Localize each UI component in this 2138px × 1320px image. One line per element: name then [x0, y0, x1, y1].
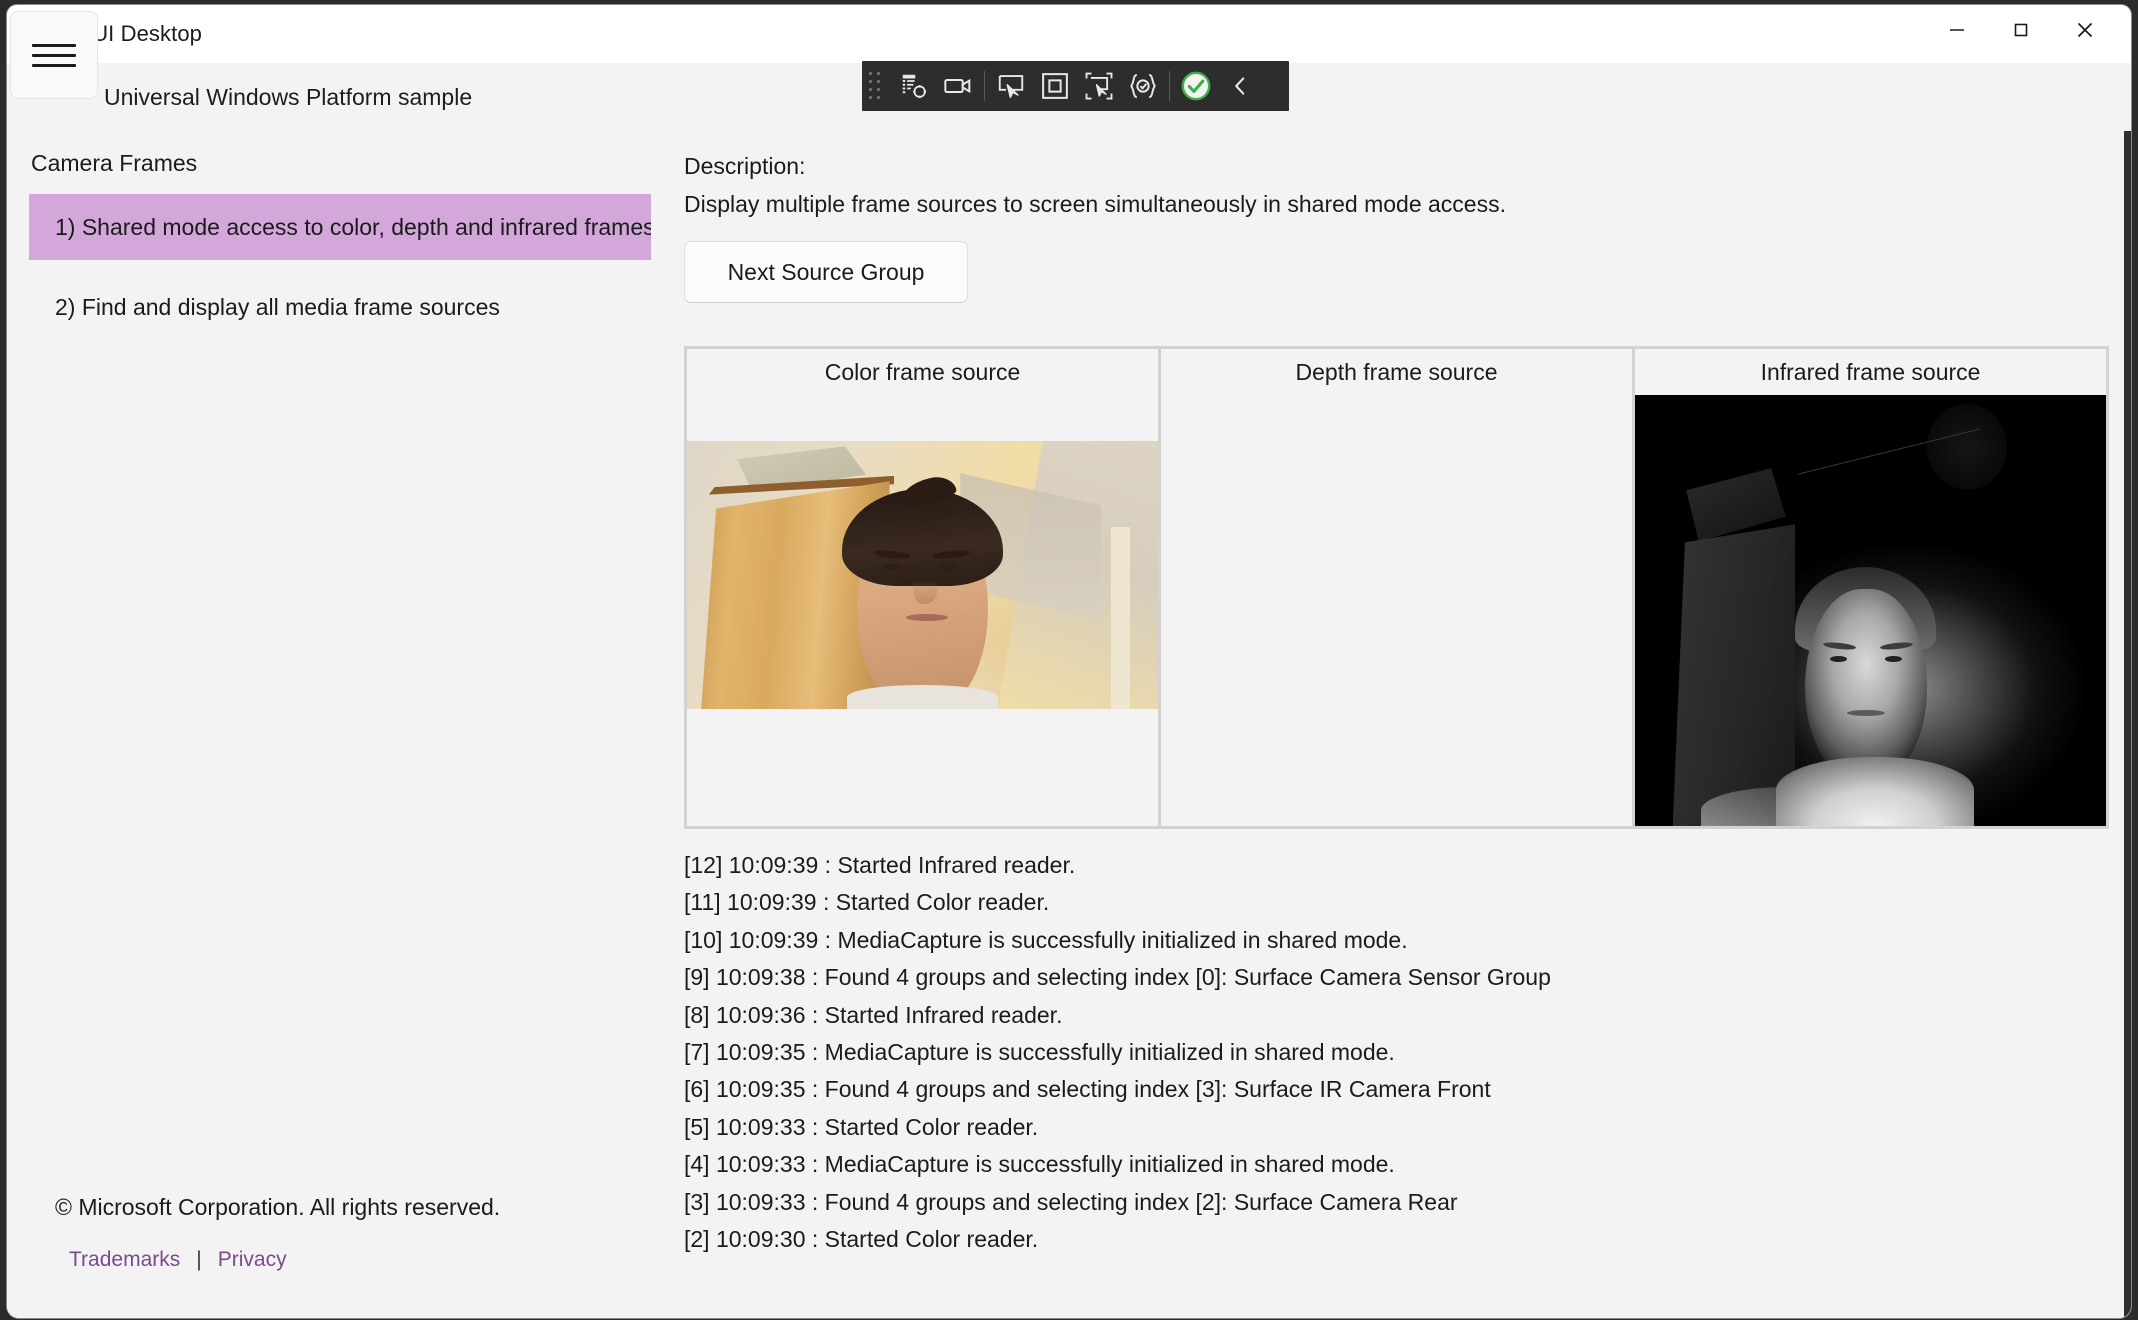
collapse-toolbar-icon[interactable]: [1218, 65, 1262, 107]
next-source-group-button[interactable]: Next Source Group: [684, 241, 968, 303]
privacy-link[interactable]: Privacy: [218, 1248, 287, 1272]
log-line: [7] 10:09:35 : MediaCapture is successfu…: [684, 1039, 1395, 1066]
minimize-button[interactable]: [1925, 5, 1989, 55]
select-element-icon[interactable]: [989, 65, 1033, 107]
live-visual-tree-icon[interactable]: [892, 65, 936, 107]
log-line: [2] 10:09:30 : Started Color reader.: [684, 1226, 1039, 1253]
window-right-edge: [2124, 131, 2131, 1318]
infrared-frame-title: Infrared frame source: [1760, 358, 1981, 385]
sidebar-footer: © Microsoft Corporation. All rights rese…: [55, 1194, 500, 1272]
track-focused-element-icon[interactable]: [1077, 65, 1121, 107]
trademarks-link[interactable]: Trademarks: [69, 1248, 180, 1272]
log-line: [11] 10:09:39 : Started Color reader.: [684, 889, 1050, 916]
display-layout-adorners-icon[interactable]: [1033, 65, 1077, 107]
scenario-pane: Description: Display multiple frame sour…: [669, 131, 2131, 1318]
navigation-sidebar: Camera Frames 1) Shared mode access to c…: [7, 131, 669, 1318]
toolbar-drag-grip[interactable]: [866, 69, 892, 103]
xaml-hot-reload-enabled-icon[interactable]: [1174, 65, 1218, 107]
description-label: Description:: [684, 153, 806, 179]
sidebar-title: Camera Frames: [31, 150, 198, 176]
link-separator: |: [196, 1248, 202, 1271]
content-area: Camera Frames 1) Shared mode access to c…: [7, 131, 2131, 1318]
legal-links: Trademarks | Privacy: [69, 1248, 500, 1272]
infrared-frame-panel: Infrared frame source: [1635, 349, 2106, 826]
sidebar-item-label: 1) Shared mode access to color, depth an…: [55, 213, 651, 240]
close-button[interactable]: [2053, 5, 2117, 55]
depth-frame-panel: Depth frame source: [1161, 349, 1635, 826]
sidebar-item-scenario-2[interactable]: 2) Find and display all media frame sour…: [29, 274, 651, 340]
copyright-text: © Microsoft Corporation. All rights rese…: [55, 1194, 501, 1220]
log-line: [9] 10:09:38 : Found 4 groups and select…: [684, 964, 1551, 991]
frame-sources-panel: Color frame source Depth frame source In…: [684, 346, 2109, 829]
log-line: [4] 10:09:33 : MediaCapture is successfu…: [684, 1151, 1395, 1178]
description-text: Display multiple frame sources to screen…: [684, 191, 1506, 217]
log-line: [6] 10:09:35 : Found 4 groups and select…: [684, 1076, 1491, 1103]
xaml-hot-reload-toolbar[interactable]: [862, 61, 1289, 111]
log-line: [5] 10:09:33 : Started Color reader.: [684, 1113, 1039, 1140]
log-line: [12] 10:09:39 : Started Infrared reader.: [684, 852, 1076, 878]
scenario-list: 1) Shared mode access to color, depth an…: [29, 194, 669, 340]
title-bar: WinUI Desktop: [7, 5, 2131, 63]
next-source-group-label: Next Source Group: [727, 258, 925, 285]
log-output[interactable]: [12] 10:09:39 : Started Infrared reader.…: [684, 847, 2114, 1307]
app-window: WinUI Desktop Universal Windows Platform…: [7, 5, 2131, 1318]
page-header: Universal Windows Platform sample: [104, 83, 473, 110]
infrared-frame-preview: [1635, 395, 2106, 826]
camera-video-icon[interactable]: [936, 65, 980, 107]
color-frame-title: Color frame source: [824, 358, 1021, 385]
maximize-button[interactable]: [1989, 5, 2053, 55]
color-frame-panel: Color frame source: [687, 349, 1161, 826]
log-line: [3] 10:09:33 : Found 4 groups and select…: [684, 1188, 1458, 1215]
hamburger-icon[interactable]: [10, 11, 98, 99]
hot-reload-icon[interactable]: [1121, 65, 1165, 107]
depth-frame-title: Depth frame source: [1295, 358, 1498, 385]
log-line: [10] 10:09:39 : MediaCapture is successf…: [684, 926, 1408, 953]
toolbar-separator-1: [984, 71, 985, 101]
log-line: [8] 10:09:36 : Started Infrared reader.: [684, 1001, 1063, 1028]
toolbar-separator-2: [1169, 71, 1170, 101]
sidebar-item-scenario-1[interactable]: 1) Shared mode access to color, depth an…: [29, 194, 651, 260]
sidebar-item-label: 2) Find and display all media frame sour…: [55, 293, 500, 320]
color-frame-preview: [687, 441, 1158, 709]
